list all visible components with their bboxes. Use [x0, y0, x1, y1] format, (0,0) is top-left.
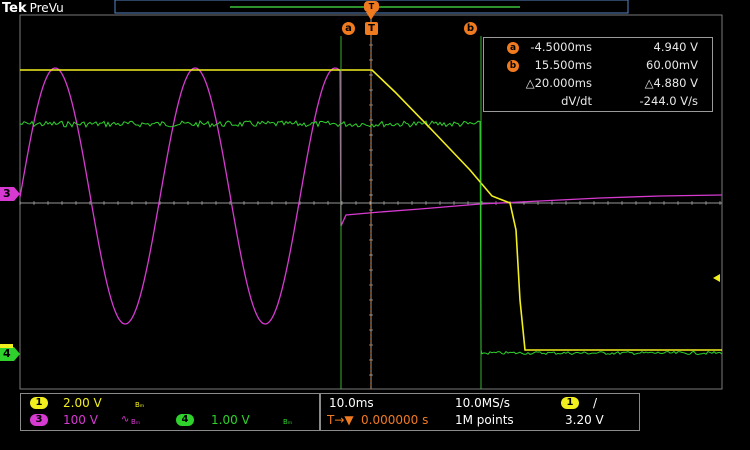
cursor-delta-value: △4.880 V — [644, 76, 698, 90]
cursor-delta-time: △20.000ms — [525, 76, 592, 90]
brand-name: Tek — [2, 1, 27, 16]
trigger-source-badge[interactable]: 1 — [561, 397, 579, 409]
cursor-slope-readout: dV/dt -244.0 V/s — [484, 93, 712, 109]
ch1-bandwidth: Bₘ — [135, 401, 145, 409]
channel-readout-panel: 1 2.00 V Bₘ 3 100 V ∿ Bₘ 4 1.00 V Bₘ — [20, 393, 320, 431]
ch4-scale[interactable]: 1.00 V — [211, 413, 250, 427]
trigger-position-marker-top[interactable] — [366, 12, 376, 20]
timebase-trigger-panel: 10.0ms 10.0MS/s 1 / T→▼ 0.000000 s 1M po… — [320, 393, 640, 431]
cursor-slope-value: -244.0 V/s — [639, 94, 698, 108]
horizontal-position-marker[interactable]: T — [364, 1, 379, 12]
cursor-a-marker[interactable]: a — [342, 22, 355, 35]
trigger-marker[interactable]: T — [365, 22, 378, 35]
ch3-coupling-icon: ∿ — [121, 414, 130, 425]
trigger-slope-icon[interactable]: / — [593, 396, 597, 410]
ch3-bandwidth: Bₘ — [131, 418, 141, 426]
ch1-badge[interactable]: 1 — [30, 397, 48, 409]
trigger-delay[interactable]: 0.000000 s — [361, 413, 428, 427]
brand-label: Tek PreVu — [2, 1, 64, 16]
cursor-slope-label: dV/dt — [561, 94, 592, 108]
ch3-badge[interactable]: 3 — [30, 414, 48, 426]
ch4-bandwidth: Bₘ — [283, 418, 293, 426]
cursor-b-marker[interactable]: b — [464, 22, 477, 35]
trigger-delay-icon: T→▼ — [327, 413, 354, 427]
ch3-scale[interactable]: 100 V — [63, 413, 98, 427]
cursor-a-readout: a -4.5000ms 4.940 V — [484, 39, 712, 55]
ch4-badge[interactable]: 4 — [176, 414, 194, 426]
cursor-b-value: 60.00mV — [646, 58, 698, 72]
acquisition-mode: PreVu — [29, 1, 64, 15]
horizontal-scale[interactable]: 10.0ms — [329, 396, 374, 410]
record-length[interactable]: 1M points — [455, 413, 514, 427]
cursor-b-readout: b 15.500ms 60.00mV — [484, 57, 712, 73]
cursor-b-time: 15.500ms — [534, 58, 592, 72]
cursor-a-value: 4.940 V — [653, 40, 698, 54]
cursor-delta-readout: △20.000ms △4.880 V — [484, 75, 712, 91]
ch4-side-label: 4 — [3, 347, 11, 360]
ch1-scale[interactable]: 2.00 V — [63, 396, 102, 410]
trigger-level[interactable]: 3.20 V — [565, 413, 604, 427]
cursor-b-badge: b — [507, 60, 519, 72]
trigger-level-marker[interactable] — [713, 274, 720, 282]
cursor-a-time: -4.5000ms — [530, 40, 592, 54]
cursor-a-badge: a — [507, 42, 519, 54]
cursor-readout-panel[interactable]: a -4.5000ms 4.940 V b 15.500ms 60.00mV △… — [483, 37, 713, 112]
ch3-side-label: 3 — [3, 187, 11, 200]
sample-rate: 10.0MS/s — [455, 396, 510, 410]
